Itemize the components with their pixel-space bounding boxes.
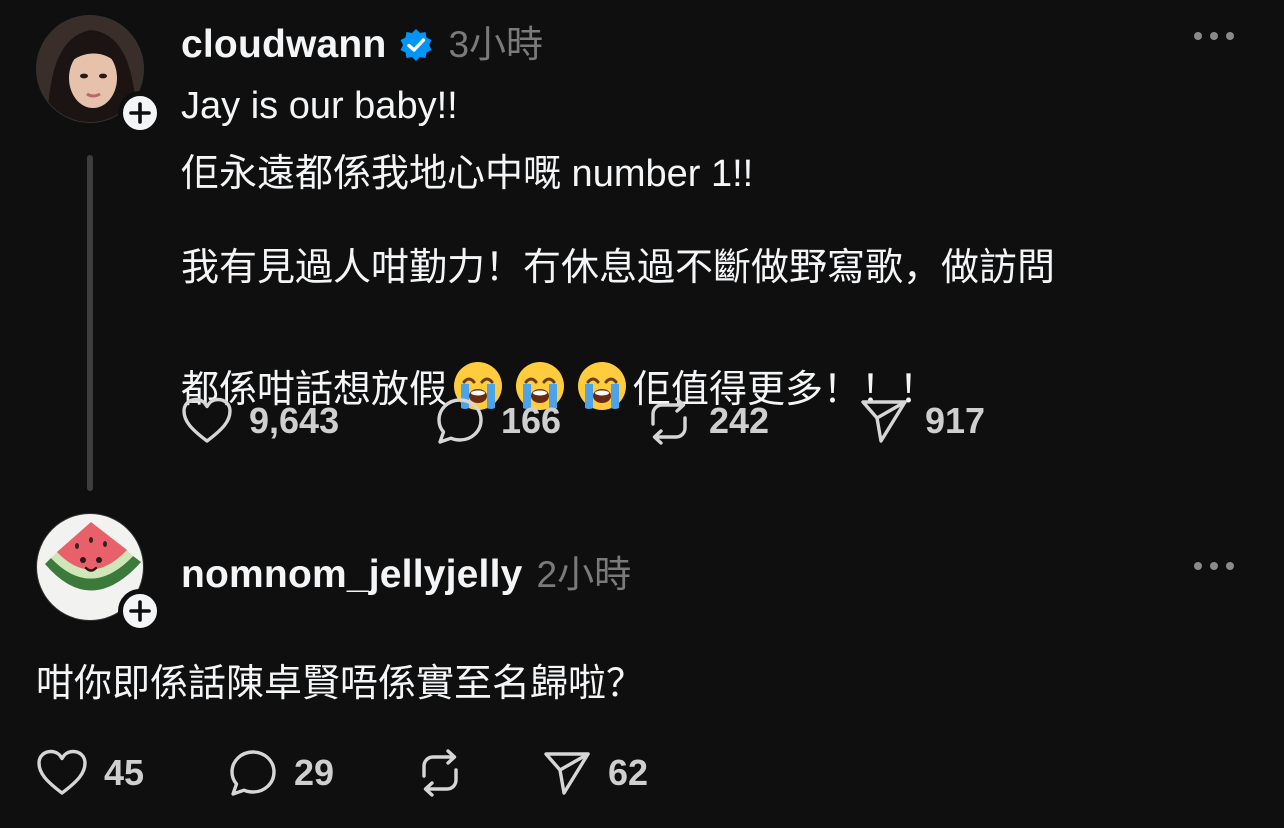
reply-count: 166 (501, 400, 562, 441)
post-line-2: 佢永遠都係我地心中嘅 number 1!! (181, 153, 754, 195)
share-count: 917 (925, 400, 986, 441)
action-bar: 45 29 62 (36, 748, 648, 798)
post-header: nomnom_jellyjelly 2小時 (181, 544, 631, 598)
post-line-3: 我有見過人咁勤力！冇休息過不斷做野寫歌，做訪問 (181, 247, 1056, 289)
more-dots-icon (1194, 32, 1234, 40)
reply-button[interactable]: 29 (228, 748, 416, 798)
post-time: 3小時 (448, 24, 544, 65)
plus-icon (129, 102, 151, 124)
send-icon (861, 400, 907, 443)
share-button[interactable]: 62 (542, 749, 648, 797)
post-time: 2小時 (536, 554, 632, 595)
username[interactable]: cloudwann (181, 23, 386, 67)
like-button[interactable]: 45 (36, 749, 228, 797)
repost-icon (422, 749, 458, 797)
repost-icon (651, 397, 687, 445)
comment-bubble-icon (230, 750, 276, 796)
thread-line (87, 155, 93, 491)
plus-icon (129, 600, 151, 622)
post-nomnom-jellyjelly: nomnom_jellyjelly 2小時 咁你即係話陳卓賢唔係實至名歸啦？ 4… (0, 500, 1284, 828)
action-bar: 9,643 166 242 917 (181, 396, 985, 446)
avatar-container[interactable] (36, 513, 162, 633)
post-line-1: Jay is our baby!! (181, 85, 458, 127)
like-count: 45 (104, 752, 145, 793)
username[interactable]: nomnom_jellyjelly (181, 553, 523, 597)
more-dots-icon (1194, 562, 1234, 570)
heart-icon (37, 749, 87, 795)
follow-button[interactable] (118, 91, 162, 135)
avatar-container[interactable] (36, 15, 162, 135)
follow-button[interactable] (118, 589, 162, 633)
post-cloudwann: cloudwann 3小時 Jay is our baby!! 佢永遠都係我地心… (0, 0, 1284, 500)
reply-button[interactable]: 166 (435, 396, 645, 446)
post-text: 咁你即係話陳卓賢唔係實至名歸啦？ (36, 663, 645, 705)
reply-count: 29 (294, 752, 335, 793)
more-options-button[interactable] (1184, 16, 1244, 56)
heart-icon (182, 397, 232, 443)
send-icon (544, 752, 590, 795)
like-count: 9,643 (249, 400, 340, 441)
post-header: cloudwann 3小時 (181, 14, 543, 68)
like-button[interactable]: 9,643 (181, 397, 435, 445)
more-options-button[interactable] (1184, 546, 1244, 586)
repost-button[interactable]: 242 (645, 396, 859, 446)
repost-count: 242 (709, 400, 770, 441)
share-button[interactable]: 917 (859, 397, 985, 445)
comment-bubble-icon (437, 398, 483, 444)
verified-badge-icon (398, 27, 434, 63)
share-count: 62 (608, 752, 649, 793)
repost-button[interactable] (416, 748, 542, 798)
